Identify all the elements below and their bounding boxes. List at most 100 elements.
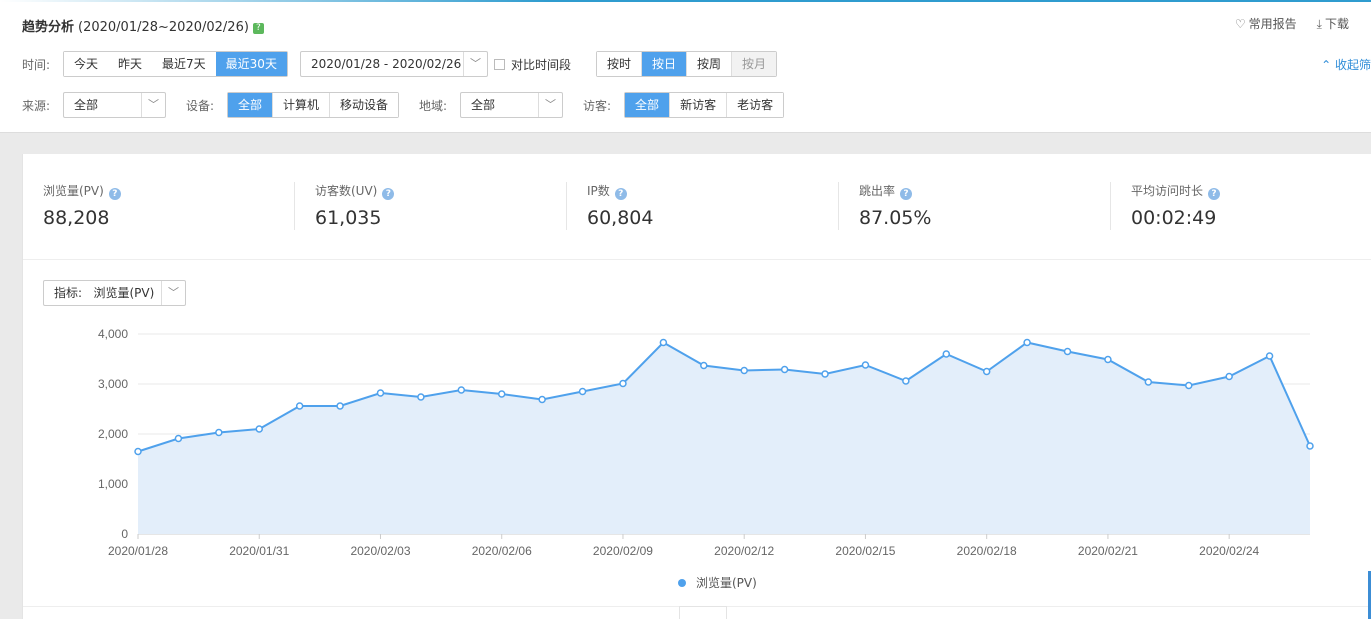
x-tick-label: 2020/02/12 xyxy=(714,544,774,558)
data-point xyxy=(619,379,627,388)
x-tick-label: 2020/02/09 xyxy=(593,544,653,558)
x-tick-label: 2020/02/24 xyxy=(1199,544,1259,558)
chevron-down-icon: ﹀ xyxy=(462,52,487,76)
data-point xyxy=(1063,347,1072,356)
granularity-week[interactable]: 按周 xyxy=(687,52,733,76)
checkbox-box[interactable] xyxy=(493,58,505,70)
chevron-down-icon: ﹀ xyxy=(141,93,165,117)
time-label: 时间: xyxy=(22,57,51,72)
data-point xyxy=(942,350,951,358)
region-value: 全部 xyxy=(471,98,496,112)
visitor-label: 访客: xyxy=(583,98,612,113)
toolbar-links: ♡ 常用报告 ⤓ 下载 xyxy=(1235,15,1349,32)
granularity-group: 按时 按日 按周 按月 xyxy=(595,51,778,77)
favorite-report-label: 常用报告 xyxy=(1248,17,1297,31)
data-point xyxy=(902,377,910,385)
visitor-returning[interactable]: 老访客 xyxy=(727,93,784,117)
device-group: 全部 计算机 移动设备 xyxy=(227,92,400,118)
x-tick-label: 2020/01/31 xyxy=(229,544,289,558)
download-link[interactable]: ⤓ 下载 xyxy=(1317,15,1349,32)
series-area xyxy=(138,342,1310,534)
data-point xyxy=(255,425,263,433)
compare-label: 对比时间段 xyxy=(510,57,571,72)
date-range-caption: (2020/01/28~2020/02/26) xyxy=(78,20,249,35)
device-label: 设备: xyxy=(186,98,215,113)
y-tick-label: 3,000 xyxy=(98,377,128,391)
time-today[interactable]: 今天 xyxy=(64,52,109,76)
granularity-month: 按月 xyxy=(732,52,777,76)
data-point xyxy=(174,434,183,443)
x-tick-label: 2020/02/03 xyxy=(350,544,410,558)
data-point xyxy=(1185,381,1193,390)
page-title: 趋势分析 (2020/01/28~2020/02/26)? xyxy=(22,16,264,35)
x-tick-label: 2020/02/21 xyxy=(1078,544,1138,558)
data-point xyxy=(295,402,304,410)
device-computer[interactable]: 计算机 xyxy=(273,93,331,117)
page-title-text: 趋势分析 xyxy=(22,20,75,35)
data-point xyxy=(578,387,587,396)
granularity-hour[interactable]: 按时 xyxy=(596,52,642,76)
time-last7[interactable]: 最近7天 xyxy=(152,52,216,76)
date-range-value: 2020/01/28 - 2020/02/26 xyxy=(310,57,462,71)
help-icon[interactable]: ? xyxy=(252,23,264,34)
chart-legend[interactable]: 浏览量(PV) xyxy=(678,574,757,591)
granularity-day[interactable]: 按日 xyxy=(641,52,687,76)
visitor-group: 全部 新访客 老访客 xyxy=(624,92,785,118)
region-label: 地域: xyxy=(419,98,448,113)
collapse-label: 收起筛 xyxy=(1334,58,1371,72)
data-point xyxy=(982,367,991,376)
date-range-picker[interactable]: 2020/01/28 - 2020/02/26 ﹀ xyxy=(299,51,488,77)
download-label: 下载 xyxy=(1324,17,1349,31)
legend-marker xyxy=(678,578,686,587)
segment-filter-row: 来源: 全部 ﹀ 设备: 全部 计算机 移动设备 地域: 全部 ﹀ 访客: 全部… xyxy=(22,92,785,118)
filter-header: 趋势分析 (2020/01/28~2020/02/26)? ♡ 常用报告 ⤓ 下载 时… xyxy=(0,2,1371,133)
legend-label: 浏览量(PV) xyxy=(696,576,757,590)
data-point xyxy=(1225,372,1233,381)
data-point xyxy=(457,386,466,394)
visitor-new[interactable]: 新访客 xyxy=(670,93,728,117)
expand-tab[interactable] xyxy=(679,606,727,619)
heart-icon: ♡ xyxy=(1234,17,1246,31)
data-point xyxy=(821,370,829,378)
data-point xyxy=(134,447,142,456)
download-icon: ⤓ xyxy=(1316,17,1322,31)
data-point xyxy=(497,390,506,398)
device-all[interactable]: 全部 xyxy=(228,93,274,117)
x-tick-label: 2020/02/15 xyxy=(835,544,895,558)
time-yesterday[interactable]: 昨天 xyxy=(108,52,153,76)
time-filter-row: 时间: 今天 昨天 最近7天 最近30天 2020/01/28 - 2020/0… xyxy=(22,51,778,77)
data-point xyxy=(740,366,748,375)
data-point xyxy=(1144,378,1153,386)
region-select[interactable]: 全部 ﹀ xyxy=(460,92,564,118)
data-point xyxy=(417,393,425,401)
visitor-all[interactable]: 全部 xyxy=(625,93,671,117)
data-point xyxy=(538,395,546,404)
source-select[interactable]: 全部 ﹀ xyxy=(63,92,166,118)
x-tick-label: 2020/02/18 xyxy=(957,544,1017,558)
data-point xyxy=(861,361,870,369)
favorite-report-link[interactable]: ♡ 常用报告 xyxy=(1235,15,1297,32)
data-point xyxy=(780,365,789,374)
collapse-filter-link[interactable]: ⌃ 收起筛 xyxy=(1321,56,1371,73)
data-point xyxy=(1104,355,1112,364)
source-value: 全部 xyxy=(74,98,99,112)
time-last30[interactable]: 最近30天 xyxy=(215,52,287,76)
data-point xyxy=(336,402,344,410)
trend-chart: 0 1,000 2,000 3,000 4,000 2020/01/28 2020/01/3… xyxy=(98,327,1314,558)
y-tick-label: 1,000 xyxy=(98,477,128,491)
y-tick-label: 2,000 xyxy=(98,427,128,441)
y-tick-label: 4,000 xyxy=(98,327,128,341)
y-tick-label: 0 xyxy=(121,527,128,541)
x-tick-label: 2020/01/28 xyxy=(108,544,168,558)
data-point xyxy=(700,361,708,370)
data-point xyxy=(215,428,223,437)
x-tick-label: 2020/02/06 xyxy=(472,544,532,558)
data-point xyxy=(659,338,668,347)
data-point xyxy=(1265,352,1274,360)
chevron-up-icon: ⌃ xyxy=(1321,58,1335,72)
device-mobile[interactable]: 移动设备 xyxy=(330,93,399,117)
data-point xyxy=(1306,442,1314,450)
source-label: 来源: xyxy=(22,98,51,113)
data-point xyxy=(1023,338,1031,347)
compare-period-checkbox[interactable]: 对比时间段 xyxy=(493,56,571,73)
